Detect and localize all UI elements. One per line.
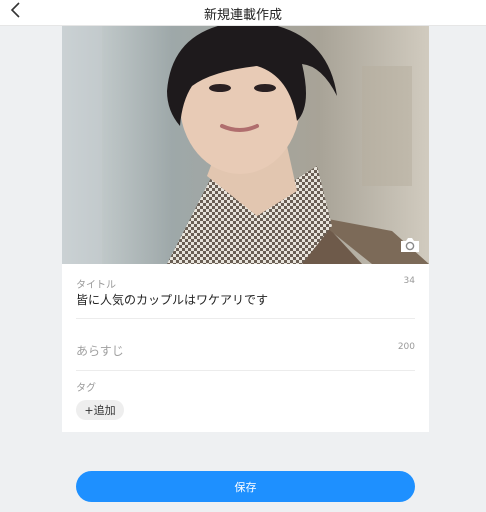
title-field-label: タイトル — [76, 280, 116, 291]
camera-icon — [399, 238, 421, 258]
title-char-counter: 34 — [403, 276, 415, 286]
series-form-card: タイトル 34 皆に人気のカップルはワケアリです あらすじ 200 タグ +追加 — [62, 26, 429, 432]
cover-image[interactable] — [62, 26, 429, 264]
divider — [76, 318, 415, 319]
app-header: 新規連載作成 — [0, 0, 486, 26]
save-button[interactable]: 保存 — [76, 471, 415, 502]
synopsis-input[interactable]: あらすじ — [76, 342, 376, 359]
add-tag-button[interactable]: +追加 — [76, 400, 124, 420]
tags-field-label: タグ — [76, 383, 96, 394]
divider — [76, 370, 415, 371]
cover-photo-illustration — [62, 26, 429, 264]
synopsis-char-counter: 200 — [397, 342, 415, 352]
page-title: 新規連載作成 — [203, 8, 282, 23]
change-cover-button[interactable] — [399, 236, 421, 254]
title-input[interactable]: 皆に人気のカップルはワケアリです — [76, 291, 406, 308]
